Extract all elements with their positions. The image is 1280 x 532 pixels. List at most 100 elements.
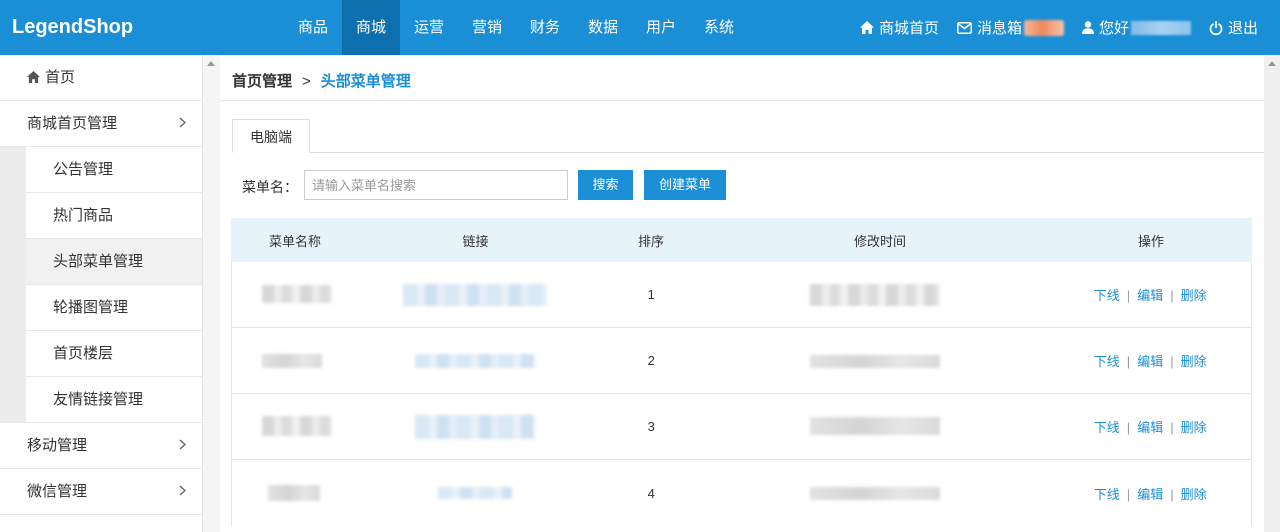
- breadcrumb-current: 头部菜单管理: [320, 73, 411, 90]
- cell-link: [360, 262, 593, 327]
- main-content: 首页管理 > 头部菜单管理 电脑端 菜单名： 搜索 创建菜单 菜单名称 链接 排序 …: [220, 55, 1264, 532]
- delete-link[interactable]: 删除: [1181, 288, 1207, 303]
- offline-link[interactable]: 下线: [1094, 420, 1120, 435]
- breadcrumb-parent[interactable]: 首页管理: [232, 73, 292, 90]
- tab-pc[interactable]: 电脑端: [232, 119, 310, 153]
- nav-item-users[interactable]: 用户: [632, 0, 690, 55]
- mall-home-label: 商城首页: [878, 20, 939, 37]
- home-icon: [27, 56, 40, 102]
- nav-item-system[interactable]: 系统: [690, 0, 748, 55]
- scroll-up-icon[interactable]: [207, 61, 215, 66]
- action-separator: |: [1126, 420, 1131, 435]
- edit-link[interactable]: 编辑: [1137, 288, 1163, 303]
- cell-actions: 下线 | 编辑 | 删除: [1049, 484, 1251, 503]
- edit-link[interactable]: 编辑: [1137, 354, 1163, 369]
- menu-table: 菜单名称 链接 排序 修改时间 操作 1 下线 | 编辑 | 删除 2 下线 | 编辑 | 删除: [231, 218, 1252, 526]
- sidebar-item-carousel[interactable]: 轮播图管理: [26, 285, 202, 331]
- cell-menu-name: [232, 328, 360, 393]
- redacted-text: [268, 485, 320, 501]
- redacted-link: [414, 354, 535, 368]
- divider: [220, 100, 1264, 101]
- table-row: 1 下线 | 编辑 | 删除: [231, 262, 1252, 328]
- app-logo[interactable]: LegendShop: [12, 16, 133, 39]
- col-header-modified-time: 修改时间: [853, 233, 906, 249]
- nav-item-products[interactable]: 商品: [284, 0, 342, 55]
- nav-item-operations[interactable]: 运营: [400, 0, 458, 55]
- create-menu-button[interactable]: 创建菜单: [644, 170, 726, 200]
- col-header-actions: 操作: [1137, 233, 1164, 249]
- col-header-link: 链接: [462, 233, 489, 249]
- sidebar-item-label: 首页: [45, 69, 76, 86]
- menu-name-search-input[interactable]: [304, 170, 568, 200]
- action-separator: |: [1126, 288, 1131, 303]
- envelope-icon: [956, 21, 972, 34]
- table-row: 3 下线 | 编辑 | 删除: [231, 394, 1252, 460]
- nav-item-marketing[interactable]: 营销: [458, 0, 516, 55]
- logout-link[interactable]: 退出: [1209, 17, 1258, 38]
- action-separator: |: [1170, 288, 1174, 303]
- inbox-label: 消息箱: [976, 20, 1022, 37]
- user-greeting[interactable]: 您好: [1081, 17, 1191, 38]
- home-icon: [859, 21, 874, 34]
- redacted-link: [437, 487, 512, 499]
- breadcrumb-separator: >: [302, 73, 311, 90]
- offline-link[interactable]: 下线: [1094, 487, 1120, 502]
- cell-link: [360, 328, 593, 393]
- redacted-text: [262, 285, 332, 303]
- sidebar-item-friend-links[interactable]: 友情链接管理: [26, 377, 202, 423]
- cell-modified-time: [710, 262, 1049, 327]
- nav-item-mall[interactable]: 商城: [342, 0, 400, 55]
- action-separator: |: [1170, 354, 1174, 369]
- offline-link[interactable]: 下线: [1094, 288, 1120, 303]
- nav-item-finance[interactable]: 财务: [516, 0, 574, 55]
- action-separator: |: [1126, 354, 1131, 369]
- sidebar-group-label: 微信管理: [27, 483, 88, 500]
- offline-link[interactable]: 下线: [1094, 354, 1120, 369]
- cell-menu-name: [232, 394, 360, 459]
- redacted-text: [262, 354, 322, 368]
- redacted-text: [262, 416, 332, 436]
- cell-link: [360, 460, 593, 526]
- redacted-time: [810, 487, 941, 500]
- nav-item-data[interactable]: 数据: [574, 0, 632, 55]
- sidebar-group-label: 移动管理: [27, 437, 88, 454]
- sidebar-submenu: 公告管理 热门商品 头部菜单管理 轮播图管理 首页楼层 友情链接管理: [0, 147, 202, 423]
- col-header-menu-name: 菜单名称: [268, 233, 321, 249]
- search-button[interactable]: 搜索: [578, 170, 633, 200]
- main-scrollbar[interactable]: [1264, 55, 1280, 532]
- sidebar-group-mall-home[interactable]: 商城首页管理: [0, 101, 202, 147]
- delete-link[interactable]: 删除: [1181, 487, 1207, 502]
- edit-link[interactable]: 编辑: [1137, 420, 1163, 435]
- mall-home-link[interactable]: 商城首页: [859, 17, 939, 38]
- edit-link[interactable]: 编辑: [1137, 487, 1163, 502]
- table-header: 菜单名称 链接 排序 修改时间 操作: [231, 218, 1252, 262]
- sidebar-item-home[interactable]: 首页: [0, 55, 202, 101]
- tab-divider: [232, 152, 1264, 153]
- cell-sort: 4: [647, 485, 655, 501]
- chevron-right-icon: [179, 101, 187, 147]
- cell-modified-time: [710, 328, 1049, 393]
- delete-link[interactable]: 删除: [1181, 420, 1207, 435]
- sidebar-item-announcements[interactable]: 公告管理: [26, 147, 202, 193]
- cell-actions: 下线 | 编辑 | 删除: [1049, 285, 1251, 304]
- sidebar-scrollbar[interactable]: [202, 55, 220, 532]
- menu-name-label: 菜单名：: [242, 179, 298, 195]
- cell-actions: 下线 | 编辑 | 删除: [1049, 417, 1251, 436]
- logout-label: 退出: [1227, 20, 1258, 37]
- sidebar-group-mobile[interactable]: 移动管理: [0, 423, 202, 469]
- cell-sort: 1: [647, 287, 655, 302]
- sidebar: 首页 商城首页管理 公告管理 热门商品 头部菜单管理 轮播图管理 首页楼层 友情…: [0, 55, 202, 532]
- inbox-link[interactable]: 消息箱: [956, 17, 1064, 38]
- sidebar-item-hot-products[interactable]: 热门商品: [26, 193, 202, 239]
- sidebar-item-floors[interactable]: 首页楼层: [26, 331, 202, 377]
- cell-modified-time: [710, 394, 1049, 459]
- redacted-link: [402, 284, 547, 306]
- sidebar-group-wechat[interactable]: 微信管理: [0, 469, 202, 515]
- top-bar: LegendShop 商品 商城 运营 营销 财务 数据 用户 系统 商城首页 …: [0, 0, 1280, 55]
- cell-menu-name: [232, 262, 360, 327]
- table-row: 4 下线 | 编辑 | 删除: [231, 460, 1252, 526]
- sidebar-group-label: 商城首页管理: [27, 115, 118, 132]
- delete-link[interactable]: 删除: [1181, 354, 1207, 369]
- sidebar-item-header-menu[interactable]: 头部菜单管理: [26, 239, 202, 285]
- scroll-up-icon[interactable]: [1268, 61, 1276, 66]
